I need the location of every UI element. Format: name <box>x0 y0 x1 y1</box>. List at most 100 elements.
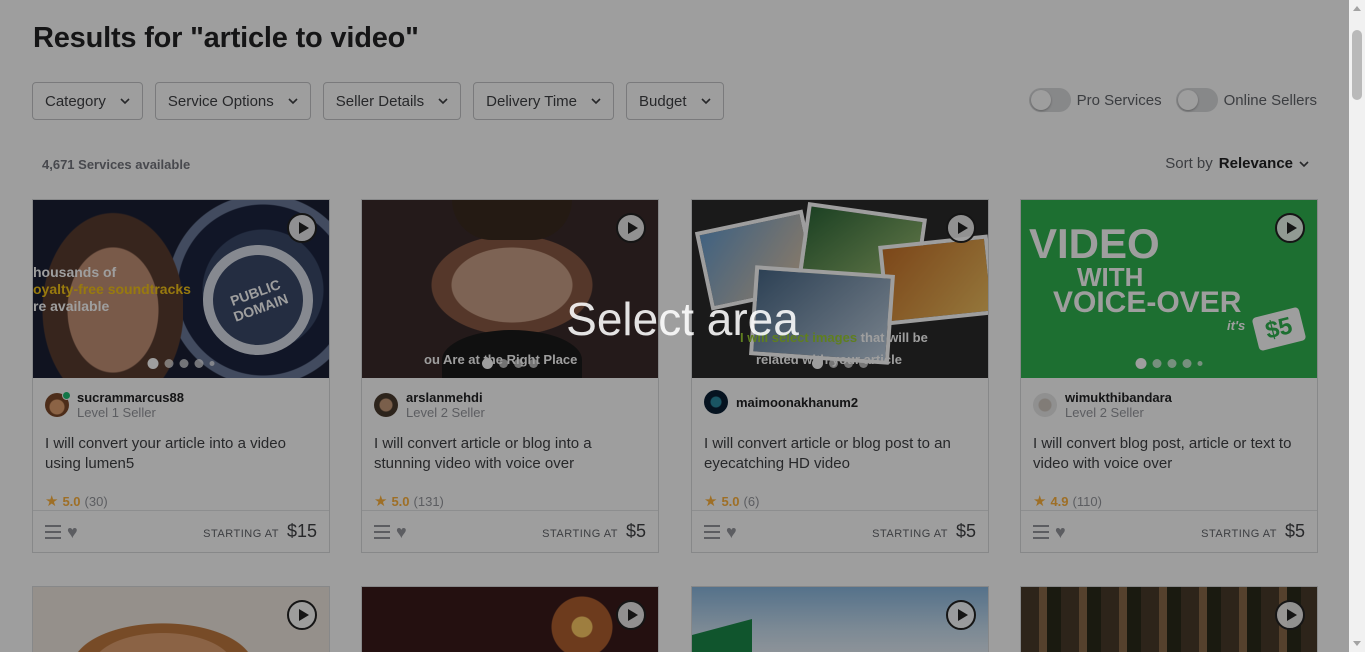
thumb-text: housands of <box>33 264 117 280</box>
gig-footer: ♥ STARTING AT $5 <box>692 510 988 552</box>
heart-icon[interactable]: ♥ <box>726 522 737 543</box>
star-icon: ★ <box>45 493 59 510</box>
play-icon[interactable] <box>287 213 317 243</box>
gig-title[interactable]: I will convert blog post, article or tex… <box>1033 434 1307 474</box>
play-icon[interactable] <box>616 600 646 630</box>
filter-seller-details[interactable]: Seller Details <box>322 82 462 120</box>
seller-info[interactable]: sucrammarcus88 Level 1 Seller <box>45 390 184 420</box>
filter-budget[interactable]: Budget <box>626 82 724 120</box>
online-sellers-label: Online Sellers <box>1223 91 1317 109</box>
avatar[interactable] <box>704 390 728 414</box>
page-scrollbar[interactable] <box>1349 0 1365 652</box>
filter-service-options[interactable]: Service Options <box>154 82 311 120</box>
online-indicator <box>62 391 71 400</box>
play-icon[interactable] <box>1275 213 1305 243</box>
heart-icon[interactable]: ♥ <box>396 522 407 543</box>
gig-card[interactable] <box>691 586 989 652</box>
gig-card[interactable]: I will select images that will be relate… <box>691 199 989 553</box>
online-sellers-switch[interactable] <box>1175 88 1218 112</box>
gig-thumbnail[interactable]: I will select images that will be relate… <box>692 200 988 378</box>
heart-icon[interactable]: ♥ <box>67 522 78 543</box>
gig-card[interactable]: VIDEO WITH VOICE-OVER it's $5 wimukthiba… <box>1020 199 1318 553</box>
gig-price[interactable]: STARTING AT $5 <box>542 521 646 542</box>
gig-price[interactable]: STARTING AT $15 <box>203 521 317 542</box>
rating-count: (110) <box>1072 493 1102 509</box>
filter-delivery-time[interactable]: Delivery Time <box>473 82 614 120</box>
carousel-dots[interactable] <box>147 358 215 369</box>
carousel-dot <box>482 358 493 369</box>
seller-name[interactable]: wimukthibandara <box>1065 390 1172 405</box>
menu-icon[interactable] <box>704 525 720 539</box>
gig-thumbnail[interactable] <box>1021 587 1317 652</box>
pro-services-toggle[interactable]: Pro Services <box>1028 88 1162 112</box>
gig-price[interactable]: STARTING AT $5 <box>1201 521 1305 542</box>
scroll-down-arrow-icon[interactable] <box>1353 641 1361 646</box>
carousel-dot <box>499 359 508 368</box>
gig-thumbnail[interactable]: ou Are at the Right Place <box>362 200 658 378</box>
scrollbar-thumb[interactable] <box>1352 30 1362 100</box>
services-count: 4,671 Services available <box>42 157 191 172</box>
play-icon[interactable] <box>946 213 976 243</box>
gig-card[interactable]: ou Are at the Right Place arslanmehdi Le… <box>361 199 659 553</box>
chevron-down-icon <box>120 98 130 105</box>
gig-thumbnail[interactable] <box>692 587 988 652</box>
gig-thumbnail[interactable]: PUBLIC DOMAIN housands of oyalty-free so… <box>33 200 329 378</box>
price-value: $5 <box>1284 521 1305 541</box>
thumb-text: VOICE-OVER <box>1053 286 1242 319</box>
sort-dropdown[interactable]: Sort by Relevance <box>1165 155 1309 172</box>
avatar[interactable] <box>1033 393 1057 417</box>
play-icon[interactable] <box>1275 600 1305 630</box>
seller-info[interactable]: maimoonakhanum2 <box>704 390 858 414</box>
filter-category[interactable]: Category <box>32 82 143 120</box>
gig-thumbnail[interactable] <box>33 587 329 652</box>
chevron-down-icon <box>1299 160 1309 167</box>
gig-price[interactable]: STARTING AT $5 <box>872 521 976 542</box>
carousel-dot <box>1135 358 1147 369</box>
seller-info[interactable]: arslanmehdi Level 2 Seller <box>374 390 485 420</box>
price-tag-graphic: $5 <box>1251 306 1307 352</box>
carousel-dots[interactable] <box>482 358 538 369</box>
scroll-up-arrow-icon[interactable] <box>1353 6 1361 11</box>
menu-icon[interactable] <box>45 525 61 539</box>
seller-name[interactable]: maimoonakhanum2 <box>736 395 858 410</box>
rating-value: 4.9 <box>1050 493 1069 509</box>
filter-label: Budget <box>639 92 687 110</box>
carousel-dot <box>147 358 159 369</box>
carousel-dot <box>164 359 174 368</box>
online-sellers-toggle[interactable]: Online Sellers <box>1175 88 1317 112</box>
play-icon[interactable] <box>287 600 317 630</box>
gig-card[interactable] <box>32 586 330 652</box>
seller-level: Level 2 Seller <box>1065 405 1144 420</box>
seller-name[interactable]: arslanmehdi <box>406 390 485 405</box>
gig-rating: ★ 4.9 (110) <box>1033 492 1102 510</box>
gig-thumbnail[interactable]: VIDEO WITH VOICE-OVER it's $5 <box>1021 200 1317 378</box>
play-icon[interactable] <box>946 600 976 630</box>
avatar[interactable] <box>45 391 71 417</box>
hair-graphic <box>452 200 572 240</box>
gig-footer: ♥ STARTING AT $5 <box>362 510 658 552</box>
gig-card[interactable] <box>361 586 659 652</box>
avatar[interactable] <box>374 393 398 417</box>
gig-title[interactable]: I will convert your article into a video… <box>45 434 319 474</box>
carousel-dots[interactable] <box>1135 358 1203 369</box>
chevron-down-icon <box>438 98 448 105</box>
seller-info[interactable]: wimukthibandara Level 2 Seller <box>1033 390 1172 420</box>
menu-icon[interactable] <box>1033 525 1049 539</box>
gig-rating: ★ 5.0 (30) <box>45 492 108 510</box>
pro-services-switch[interactable] <box>1028 88 1071 112</box>
play-icon[interactable] <box>616 213 646 243</box>
carousel-dot <box>829 359 838 368</box>
carousel-dots[interactable] <box>812 358 868 369</box>
gig-card[interactable] <box>1020 586 1318 652</box>
price-value: $5 <box>955 521 976 541</box>
gig-card[interactable]: PUBLIC DOMAIN housands of oyalty-free so… <box>32 199 330 553</box>
heart-icon[interactable]: ♥ <box>1055 522 1066 543</box>
gig-thumbnail[interactable] <box>362 587 658 652</box>
search-results-page: Results for "article to video" Category … <box>0 0 1349 652</box>
menu-icon[interactable] <box>374 525 390 539</box>
seller-name[interactable]: sucrammarcus88 <box>77 390 184 405</box>
page-title: Results for "article to video" <box>33 22 419 54</box>
rating-value: 5.0 <box>721 493 740 509</box>
gig-title[interactable]: I will convert article or blog into a st… <box>374 434 648 474</box>
gig-title[interactable]: I will convert article or blog post to a… <box>704 434 978 474</box>
